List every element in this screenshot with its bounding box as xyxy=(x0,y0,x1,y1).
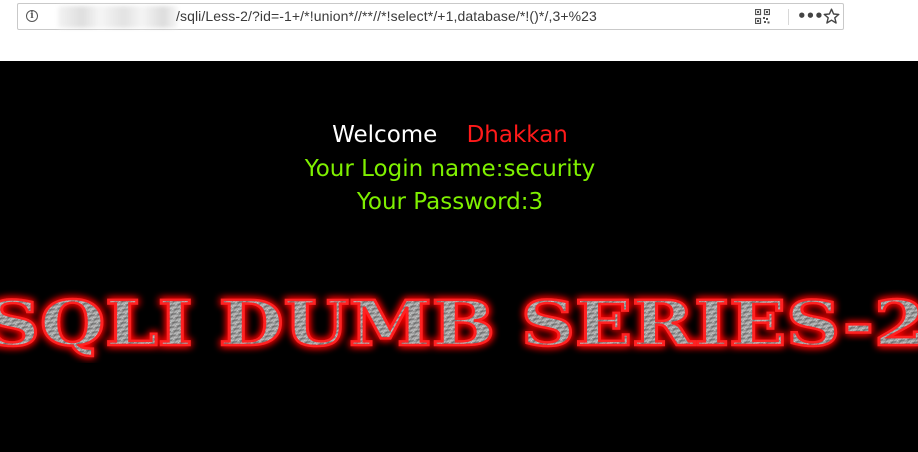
welcome-label: Welcome xyxy=(332,122,438,148)
series-banner: SQLI DUMB SERIES-2 xyxy=(0,283,918,363)
url-text[interactable]: /sqli/Less-2/?id=-1+/*!union*//**//*!sel… xyxy=(176,8,597,24)
url-host-blurred xyxy=(58,6,178,28)
login-name-result: Your Login name:security xyxy=(304,156,596,182)
qr-code-icon[interactable] xyxy=(755,9,770,24)
browser-toolbar: i /sqli/Less-2/?id=-1+/*!union*//**//*!s… xyxy=(0,0,918,61)
toolbar-separator xyxy=(788,9,789,25)
info-icon[interactable]: i xyxy=(26,10,38,22)
password-result: Your Password:3 xyxy=(356,189,544,215)
banner-title: SQLI DUMB SERIES-2 xyxy=(0,287,918,360)
more-icon[interactable]: ••• xyxy=(797,8,824,24)
welcome-name: Dhakkan xyxy=(466,122,568,148)
welcome-line: Welcome Dhakkan xyxy=(0,122,900,148)
bookmark-star-icon[interactable] xyxy=(823,8,840,25)
page-content: Welcome Dhakkan Your Login name:security… xyxy=(0,61,918,452)
banner-graphic: SQLI DUMB SERIES-2 xyxy=(0,286,918,362)
address-bar[interactable]: i /sqli/Less-2/?id=-1+/*!union*//**//*!s… xyxy=(17,3,844,30)
